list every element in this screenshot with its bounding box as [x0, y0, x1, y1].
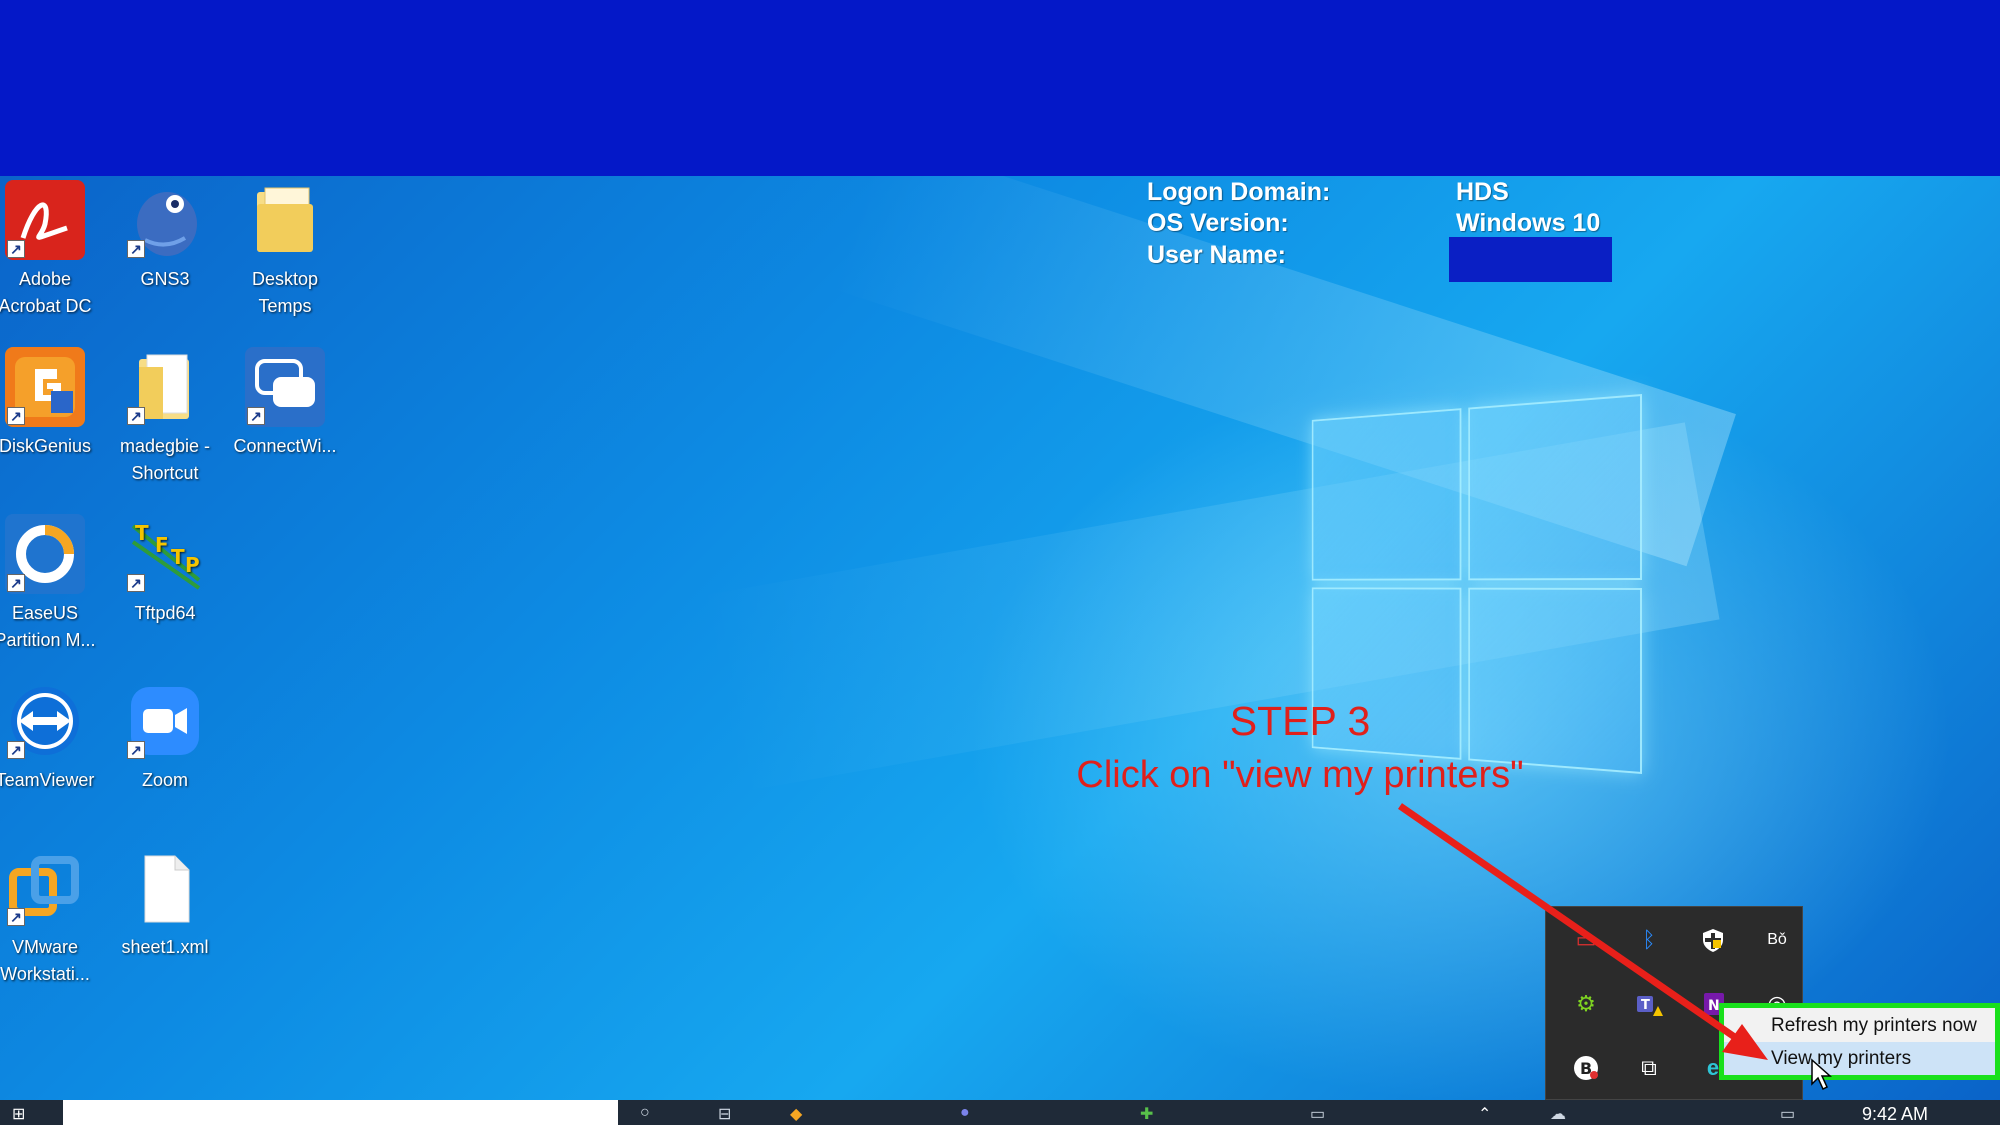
logon-domain-value: HDS: [1456, 178, 1509, 206]
task-view-icon[interactable]: ⊟: [718, 1104, 731, 1125]
chat-icon: ↗: [245, 347, 325, 427]
menu-item-refresh-printers[interactable]: Refresh my printers now: [1724, 1009, 1995, 1042]
gear-icon[interactable]: ⚙: [1571, 989, 1601, 1019]
folder-icon: [245, 180, 325, 260]
svg-text:T: T: [171, 545, 185, 569]
svg-text:P: P: [185, 553, 200, 577]
printer-context-menu: Refresh my printers now View my printers: [1719, 1003, 2000, 1080]
bluetooth-icon[interactable]: ᛒ: [1634, 925, 1664, 955]
onedrive-icon[interactable]: ☁: [1550, 1104, 1566, 1125]
pdf-icon: ↗: [5, 180, 85, 260]
desktop-icon-label: ConnectWi...: [233, 436, 337, 456]
b-app-icon[interactable]: B: [1571, 1053, 1601, 1083]
chevron-up-icon[interactable]: ⌃: [1478, 1104, 1491, 1125]
step-title: STEP 3: [1229, 698, 1371, 744]
teams-icon[interactable]: T: [1634, 989, 1664, 1019]
app-tray-icon[interactable]: Bǒ: [1762, 925, 1792, 955]
desktop-icon-madegbie-shortcut[interactable]: ↗ madegbie - Shortcut: [110, 347, 220, 487]
network-icon[interactable]: ▭: [1780, 1104, 1795, 1125]
desktop-icon-diskgenius[interactable]: ↗ DiskGenius: [0, 347, 100, 460]
desktop-icon-label: madegbie - Shortcut: [119, 436, 211, 483]
desktop-icon-label: DiskGenius: [0, 436, 92, 456]
top-banner: [0, 0, 2000, 176]
menu-item-view-printers[interactable]: View my printers: [1724, 1042, 1995, 1075]
taskbar-clock[interactable]: 9:42 AM: [1862, 1104, 1928, 1125]
desktop-icon-teamviewer[interactable]: ↗ TeamViewer: [0, 681, 100, 794]
diskgenius-icon: ↗: [5, 347, 85, 427]
user-name-label: User Name:: [1147, 241, 1286, 269]
svg-text:F: F: [155, 533, 169, 557]
taskbar-app-icon[interactable]: ✚: [1140, 1104, 1153, 1125]
zoom-icon: ↗: [125, 681, 205, 761]
desktop-icon-adobe-acrobat[interactable]: ↗ Adobe Acrobat DC: [0, 180, 100, 320]
desktop-icon-gns3[interactable]: ↗ GNS3: [110, 180, 220, 293]
desktop-icon-label: sheet1.xml: [121, 937, 209, 957]
desktop-icon-desktop-temps[interactable]: Desktop Temps: [230, 180, 340, 320]
red-square-icon[interactable]: ▭: [1571, 925, 1601, 955]
search-input[interactable]: [63, 1100, 618, 1125]
desktop-icon-tftpd64[interactable]: TFTP ↗ Tftpd64: [110, 514, 220, 627]
teamviewer-icon: ↗: [5, 681, 85, 761]
desktop-icon-label: Tftpd64: [134, 603, 196, 623]
user-name-redaction: [1449, 237, 1612, 282]
desktop-icon-vmware[interactable]: ↗ VMware Workstati...: [0, 848, 100, 988]
desktop-icon-label: Zoom: [141, 770, 188, 790]
shield-icon[interactable]: [1698, 925, 1728, 955]
start-icon[interactable]: ⊞: [12, 1104, 25, 1125]
tftp-icon: TFTP ↗: [125, 514, 205, 594]
svg-text:T: T: [135, 521, 149, 545]
easeus-icon: ↗: [5, 514, 85, 594]
os-version-value: Windows 10: [1456, 209, 1601, 237]
desktop-icon-sheet1-xml[interactable]: sheet1.xml: [110, 848, 220, 961]
gns3-icon: ↗: [125, 180, 205, 260]
desktop-icon-zoom[interactable]: ↗ Zoom: [110, 681, 220, 794]
logon-domain-label: Logon Domain:: [1147, 178, 1331, 206]
desktop-icon-label: Desktop Temps: [251, 269, 319, 316]
folder-icon: ↗: [125, 347, 205, 427]
desktop-icon-label: Adobe Acrobat DC: [0, 269, 92, 316]
desktop-icon-label: TeamViewer: [0, 770, 95, 790]
svg-text:T: T: [1641, 998, 1650, 1013]
taskbar-app-icon[interactable]: ▭: [1310, 1104, 1325, 1125]
taskbar-app-icon[interactable]: ◆: [790, 1104, 802, 1125]
desktop-icon-easeus[interactable]: ↗ EaseUS Partition M...: [0, 514, 100, 654]
desktop-icon-label: VMware Workstati...: [0, 937, 90, 984]
desktop-icon-label: EaseUS Partition M...: [0, 603, 96, 650]
step-instruction: Click on "view my printers": [1076, 754, 1524, 796]
vmware-icon: ↗: [5, 848, 85, 928]
desktop-icon-connectwise[interactable]: ↗ ConnectWi...: [230, 347, 340, 460]
desktop-icon-label: GNS3: [140, 269, 190, 289]
file-icon: [125, 848, 205, 928]
os-version-label: OS Version:: [1147, 209, 1289, 237]
copy-icon[interactable]: ⧉: [1634, 1053, 1664, 1083]
teams-taskbar-icon[interactable]: ●: [960, 1104, 970, 1125]
svg-text:N: N: [1708, 998, 1720, 1014]
search-icon[interactable]: ○: [640, 1104, 650, 1125]
